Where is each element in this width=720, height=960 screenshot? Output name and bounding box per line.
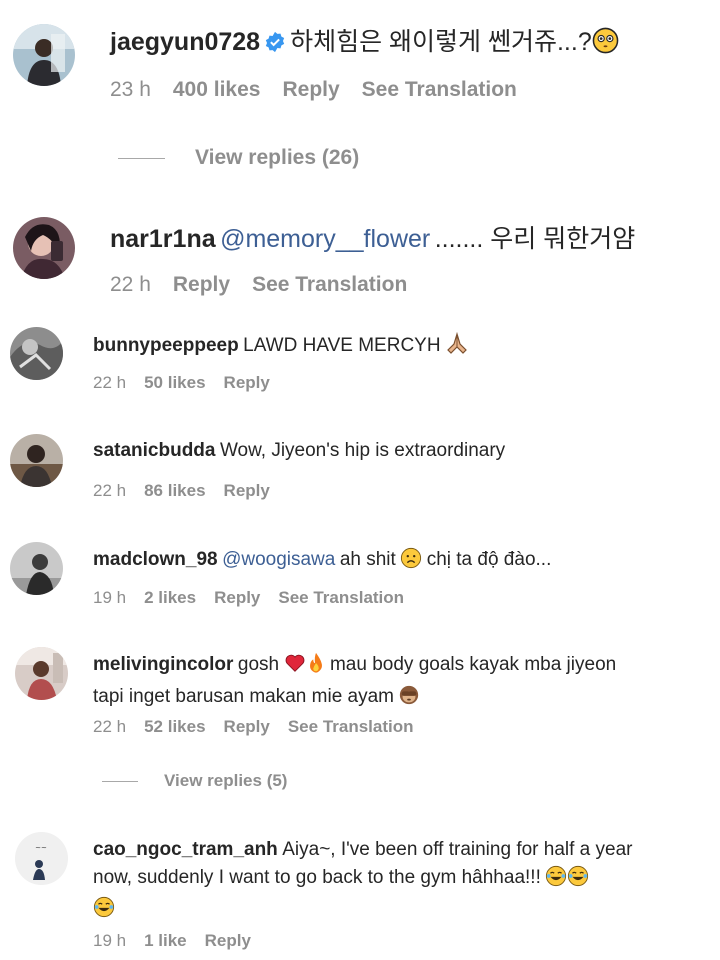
comment-text-line-2: now, suddenly I want to go back to the g… xyxy=(93,867,541,888)
likes-count[interactable]: 52 likes xyxy=(144,717,205,736)
likes-count[interactable]: 86 likes xyxy=(144,481,205,500)
joy-face-icon xyxy=(567,865,589,896)
comment-item: madclown_98 @woogisawa ah shit chị ta độ… xyxy=(0,530,720,640)
avatar[interactable]: ~~ xyxy=(15,832,68,885)
comment-text-continued: chị ta độ đào... xyxy=(426,549,552,570)
reply-button[interactable]: Reply xyxy=(205,931,251,950)
comment-mention[interactable]: @memory__flower xyxy=(220,225,430,253)
comment-text: LAWD HAVE MERCYH xyxy=(243,335,441,356)
comment-timestamp: 19 h xyxy=(93,931,127,950)
comment-text: 하체힘은 왜이렇게 쎈거쥬...? xyxy=(290,28,592,56)
verified-badge-icon xyxy=(264,31,286,59)
red-heart-icon xyxy=(284,652,306,683)
comment-meta: 22 h Reply See Translation xyxy=(110,273,429,297)
avatar[interactable] xyxy=(13,24,75,86)
likes-count[interactable]: 1 like xyxy=(144,931,187,950)
comment-item: jaegyun0728 하체힘은 왜이렇게 쎈거쥬...? 23 h 400 lik… xyxy=(0,0,720,200)
avatar[interactable] xyxy=(10,542,63,595)
joy-face-icon xyxy=(93,896,115,927)
reply-button[interactable]: Reply xyxy=(224,481,270,500)
comment-item: nar1r1na @memory__flower ....... 우리 뭐한거얌… xyxy=(0,200,720,310)
comment-username[interactable]: melivingincolor xyxy=(93,654,233,675)
view-replies-label: View replies (5) xyxy=(164,771,288,790)
comment-meta: 22 h 86 likes Reply xyxy=(93,481,288,501)
comment-username[interactable]: satanicbudda xyxy=(93,440,215,461)
replies-divider xyxy=(118,157,165,159)
comment-item: bunnypeeppeep LAWD HAVE MERCYH 22 h 50 li… xyxy=(0,310,720,420)
likes-count[interactable]: 2 likes xyxy=(144,588,196,607)
comment-timestamp: 22 h xyxy=(93,481,127,500)
comment-text: ....... 우리 뭐한거얌 xyxy=(434,225,636,253)
avatar[interactable] xyxy=(10,327,63,380)
view-replies-button[interactable]: View replies (5) xyxy=(102,771,287,791)
see-translation-button[interactable]: See Translation xyxy=(252,273,407,296)
fire-icon xyxy=(306,652,326,683)
reply-button[interactable]: Reply xyxy=(282,78,339,101)
replies-divider xyxy=(102,780,138,782)
comment-text: Wow, Jiyeon's hip is extraordinary xyxy=(219,440,506,461)
comment-text: gosh xyxy=(237,654,280,675)
reply-button[interactable]: Reply xyxy=(224,373,270,392)
see-translation-button[interactable]: See Translation xyxy=(278,588,404,607)
comment-username[interactable]: cao_ngoc_tram_anh xyxy=(93,839,278,860)
comment-username[interactable]: jaegyun0728 xyxy=(110,28,260,56)
folded-hands-icon xyxy=(445,331,469,361)
comment-timestamp: 22 h xyxy=(93,717,127,736)
comment-item: ~~ cao_ngoc_tram_anh Aiya~, I've been of… xyxy=(0,820,720,960)
comment-meta: 22 h 50 likes Reply xyxy=(93,373,288,393)
comment-timestamp: 23 h xyxy=(110,78,151,101)
view-replies-button[interactable]: View replies (26) xyxy=(118,146,359,170)
comment-meta: 19 h 1 like Reply xyxy=(93,931,269,951)
comment-username[interactable]: nar1r1na xyxy=(110,225,216,253)
see-translation-button[interactable]: See Translation xyxy=(288,717,414,736)
comment-timestamp: 22 h xyxy=(110,273,151,296)
comment-text-line-2: tapi inget barusan makan mie ayam xyxy=(93,686,394,707)
comment-mention[interactable]: @woogisawa xyxy=(222,549,335,570)
comment-item: melivingincolor gosh mau body goals kaya… xyxy=(0,640,720,820)
comment-meta: 19 h 2 likes Reply See Translation xyxy=(93,588,422,608)
avatar[interactable] xyxy=(10,434,63,487)
comment-text: ah shit xyxy=(339,549,396,570)
likes-count[interactable]: 400 likes xyxy=(173,78,261,101)
comment-text: Aiya~, I've been off training for half a… xyxy=(282,839,633,860)
comment-text-continued: mau body goals kayak mba jiyeon xyxy=(329,654,617,675)
joy-face-icon xyxy=(545,865,567,896)
flushed-face-icon xyxy=(592,27,619,60)
see-translation-button[interactable]: See Translation xyxy=(362,78,517,101)
comment-timestamp: 22 h xyxy=(93,373,127,392)
comment-meta: 22 h 52 likes Reply See Translation xyxy=(93,717,432,737)
see-no-evil-monkey-icon xyxy=(398,684,420,715)
comment-username[interactable]: bunnypeeppeep xyxy=(93,335,239,356)
svg-text:~~: ~~ xyxy=(35,844,47,852)
comment-timestamp: 19 h xyxy=(93,588,127,607)
comment-username[interactable]: madclown_98 xyxy=(93,549,218,570)
reply-button[interactable]: Reply xyxy=(224,717,270,736)
avatar[interactable] xyxy=(15,647,68,700)
likes-count[interactable]: 50 likes xyxy=(144,373,205,392)
comment-meta: 23 h 400 likes Reply See Translation xyxy=(110,78,539,102)
avatar[interactable] xyxy=(13,217,75,279)
reply-button[interactable]: Reply xyxy=(173,273,230,296)
sad-face-icon xyxy=(400,547,422,575)
view-replies-label: View replies (26) xyxy=(195,146,360,169)
comment-item: satanicbudda Wow, Jiyeon's hip is extrao… xyxy=(0,420,720,530)
reply-button[interactable]: Reply xyxy=(214,588,260,607)
